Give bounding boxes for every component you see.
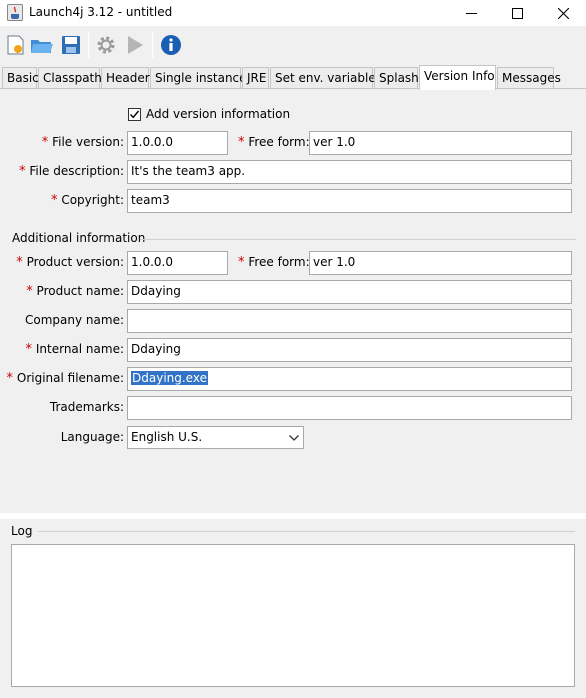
copyright-label: * Copyright: bbox=[50, 193, 124, 208]
company-name-field[interactable] bbox=[127, 309, 572, 333]
product-name-label: * Product name: bbox=[26, 284, 124, 299]
required-star: * bbox=[50, 193, 58, 208]
build-button[interactable] bbox=[93, 32, 119, 58]
log-heading: Log bbox=[11, 524, 33, 538]
log-divider bbox=[38, 531, 575, 532]
file-version-field[interactable]: 1.0.0.0 bbox=[127, 131, 228, 155]
product-name-field[interactable]: Ddaying bbox=[127, 280, 572, 304]
version-info-panel: Add version information * File version: … bbox=[2, 89, 584, 513]
required-star: * bbox=[238, 135, 245, 150]
open-button[interactable] bbox=[29, 32, 55, 58]
language-label: Language: bbox=[60, 430, 124, 444]
about-button[interactable] bbox=[158, 32, 184, 58]
tab-basic[interactable]: Basic bbox=[2, 67, 39, 89]
required-star: * bbox=[41, 135, 49, 150]
required-star: * bbox=[25, 342, 33, 357]
tab-jre[interactable]: JRE bbox=[242, 67, 269, 89]
required-star: * bbox=[26, 284, 33, 299]
product-free-form-field[interactable]: ver 1.0 bbox=[309, 251, 572, 275]
new-file-icon bbox=[7, 35, 24, 55]
run-icon bbox=[128, 36, 143, 54]
info-icon bbox=[161, 35, 181, 55]
tab-classpath[interactable]: Classpath bbox=[38, 67, 102, 89]
required-star: * bbox=[238, 255, 245, 270]
chevron-down-icon bbox=[289, 435, 299, 441]
tab-set-env-variables[interactable]: Set env. variables bbox=[270, 67, 382, 89]
checkmark-icon bbox=[129, 110, 140, 118]
language-selected-value: English U.S. bbox=[131, 430, 203, 444]
required-star: * bbox=[19, 164, 26, 179]
toolbar-separator bbox=[152, 32, 153, 58]
tab-single-instance[interactable]: Single instance bbox=[150, 67, 247, 89]
internal-name-field[interactable]: Ddaying bbox=[127, 338, 572, 362]
java-app-icon bbox=[7, 4, 23, 21]
minimize-icon bbox=[465, 12, 477, 14]
save-icon bbox=[62, 36, 80, 54]
free-form-field[interactable]: ver 1.0 bbox=[309, 131, 572, 155]
toolbar-separator bbox=[88, 32, 89, 58]
log-textarea[interactable] bbox=[11, 544, 575, 687]
section-divider bbox=[140, 239, 576, 240]
close-icon bbox=[557, 7, 569, 19]
file-description-field[interactable]: It's the team3 app. bbox=[127, 160, 572, 184]
product-version-field[interactable]: 1.0.0.0 bbox=[127, 251, 228, 275]
selected-text: Ddaying.exe bbox=[131, 371, 208, 385]
original-filename-label: * Original filename: bbox=[6, 371, 124, 386]
minimize-button[interactable] bbox=[448, 0, 494, 26]
split-pane-divider[interactable] bbox=[0, 513, 586, 519]
build-gear-icon bbox=[97, 36, 115, 54]
add-version-label: Add version information bbox=[146, 107, 291, 121]
toolbar bbox=[0, 26, 586, 64]
add-version-checkbox-row[interactable]: Add version information bbox=[128, 107, 290, 121]
open-folder-icon bbox=[31, 40, 53, 53]
original-filename-field[interactable]: Ddaying.exe bbox=[127, 367, 572, 391]
file-description-label: * File description: bbox=[19, 164, 124, 179]
add-version-checkbox[interactable] bbox=[128, 107, 141, 121]
save-button[interactable] bbox=[58, 32, 84, 58]
product-version-label: * Product version: bbox=[16, 255, 124, 270]
copyright-field[interactable]: team3 bbox=[127, 189, 572, 213]
tab-header[interactable]: Header bbox=[101, 67, 150, 89]
file-version-label: * File version: bbox=[41, 135, 124, 150]
required-star: * bbox=[6, 371, 14, 386]
trademarks-field[interactable] bbox=[127, 396, 572, 420]
trademarks-label: Trademarks: bbox=[49, 400, 124, 414]
maximize-icon bbox=[511, 7, 523, 19]
close-button[interactable] bbox=[540, 0, 586, 26]
product-free-form-label: * Free form: bbox=[238, 255, 310, 270]
internal-name-label: * Internal name: bbox=[25, 342, 124, 357]
title-bar: Launch4j 3.12 - untitled bbox=[0, 0, 586, 26]
maximize-button[interactable] bbox=[494, 0, 540, 26]
language-select[interactable]: English U.S. bbox=[127, 426, 304, 449]
new-button[interactable] bbox=[3, 32, 29, 58]
window-title: Launch4j 3.12 - untitled bbox=[29, 5, 173, 19]
run-button[interactable] bbox=[122, 32, 148, 58]
company-name-label: Company name: bbox=[25, 313, 124, 327]
tab-messages[interactable]: Messages bbox=[497, 67, 561, 89]
tab-strip: Basic Classpath Header Single instance J… bbox=[0, 65, 586, 90]
tab-version-info[interactable]: Version Info bbox=[419, 65, 496, 90]
additional-information-heading: Additional information bbox=[12, 231, 146, 245]
tab-splash[interactable]: Splash bbox=[374, 67, 419, 89]
free-form-label: * Free form: bbox=[238, 135, 310, 150]
required-star: * bbox=[16, 255, 23, 270]
